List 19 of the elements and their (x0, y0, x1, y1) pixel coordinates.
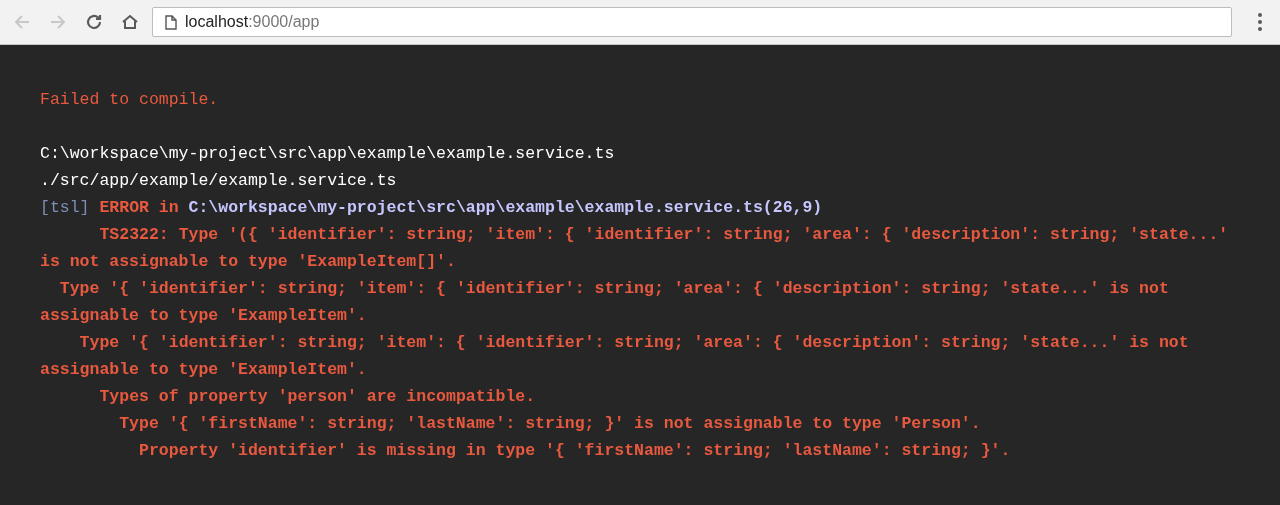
error-message: Type '{ 'firstName': string; 'lastName': string; }' is not assignable to type 'Person'. (118, 413, 982, 435)
error-message: Type '{ 'identifier': string; 'item': { 'identifier': string; 'area': { 'description': string; 'state...' is not assignable to type 'ExampleItem'. (40, 278, 1170, 327)
forward-arrow-icon (49, 13, 67, 31)
back-arrow-icon (13, 13, 31, 31)
error-label: ERROR in (99, 198, 179, 217)
url-text: localhost:9000/app (185, 12, 320, 32)
file-path: C:\workspace\my-project\src\app\example\example.service.ts (40, 143, 616, 165)
page-icon (165, 14, 177, 30)
home-icon (121, 13, 139, 31)
error-message: TS2322: Type '({ 'identifier': string; 'item': { 'identifier': string; 'area': { 'description': string; 'state...' is not assignable to type 'ExampleItem[]'. (40, 224, 1230, 273)
file-path: ./src/app/example/example.service.ts (40, 170, 398, 192)
error-title: Failed to compile. (40, 89, 220, 111)
error-message: Types of property 'person' are incompatible. (98, 386, 537, 408)
reload-icon (85, 13, 103, 31)
address-bar[interactable]: localhost:9000/app (152, 7, 1232, 37)
error-tag: [tsl] (40, 198, 90, 217)
error-message: Property 'identifier' is missing in type '{ 'firstName': string; 'lastName': string; }'. (138, 440, 1012, 462)
error-location: C:\workspace\my-project\src\app\example\example.service.ts(26,9) (188, 198, 823, 217)
error-message: Type '{ 'identifier': string; 'item': { 'identifier': string; 'area': { 'description': string; 'state...' is not assignable to type 'ExampleItem'. (40, 332, 1190, 381)
